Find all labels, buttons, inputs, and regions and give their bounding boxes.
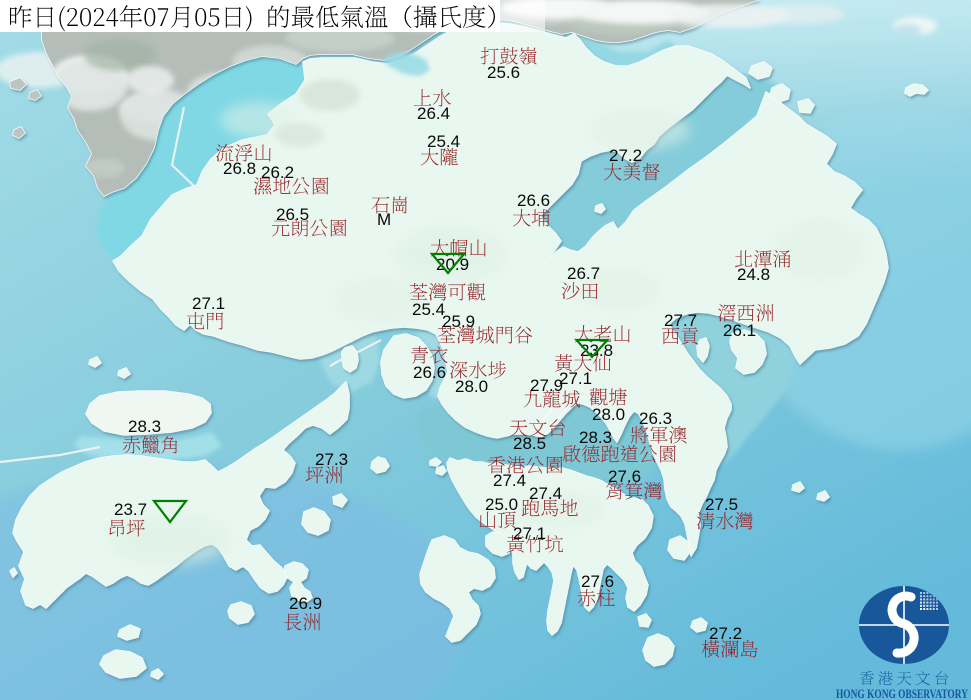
svg-text:26.9: 26.9	[289, 594, 322, 613]
svg-text:25.9: 25.9	[442, 312, 475, 331]
svg-text:25.4: 25.4	[427, 132, 460, 151]
svg-text:26.5: 26.5	[276, 205, 309, 224]
svg-text:26.2: 26.2	[261, 163, 294, 182]
svg-text:27.6: 27.6	[608, 467, 641, 486]
svg-text:27.1: 27.1	[513, 524, 546, 543]
svg-text:26.4: 26.4	[417, 104, 450, 123]
svg-text:27.1: 27.1	[192, 294, 225, 313]
svg-text:26.8: 26.8	[223, 159, 256, 178]
svg-text:27.5: 27.5	[705, 495, 738, 514]
svg-text:26.1: 26.1	[723, 321, 756, 340]
svg-text:26.3: 26.3	[639, 409, 672, 428]
svg-text:28.0: 28.0	[455, 377, 488, 396]
svg-text:28.3: 28.3	[579, 428, 612, 447]
svg-text:25.4: 25.4	[412, 300, 445, 319]
svg-text:HONG KONG OBSERVATORY: HONG KONG OBSERVATORY	[836, 686, 968, 700]
svg-text:27.4: 27.4	[529, 484, 562, 503]
svg-text:28.0: 28.0	[592, 405, 625, 424]
svg-text:27.4: 27.4	[493, 471, 526, 490]
svg-text:28.5: 28.5	[513, 434, 546, 453]
svg-text:26.6: 26.6	[517, 191, 550, 210]
svg-text:27.2: 27.2	[709, 624, 742, 643]
svg-text:27.3: 27.3	[315, 450, 348, 469]
svg-text:23.7: 23.7	[114, 500, 147, 519]
svg-text:28.3: 28.3	[128, 417, 161, 436]
svg-text:26.6: 26.6	[413, 363, 446, 382]
svg-text:25.0: 25.0	[485, 495, 518, 514]
svg-text:25.6: 25.6	[487, 63, 520, 82]
svg-text:27.2: 27.2	[609, 146, 642, 165]
svg-text:27.7: 27.7	[664, 311, 697, 330]
svg-text:M: M	[377, 210, 391, 229]
svg-text:26.7: 26.7	[567, 264, 600, 283]
svg-text:24.8: 24.8	[737, 265, 770, 284]
svg-text:27.6: 27.6	[581, 572, 614, 591]
svg-text:27.9: 27.9	[530, 376, 563, 395]
svg-text:27.1: 27.1	[559, 369, 592, 388]
